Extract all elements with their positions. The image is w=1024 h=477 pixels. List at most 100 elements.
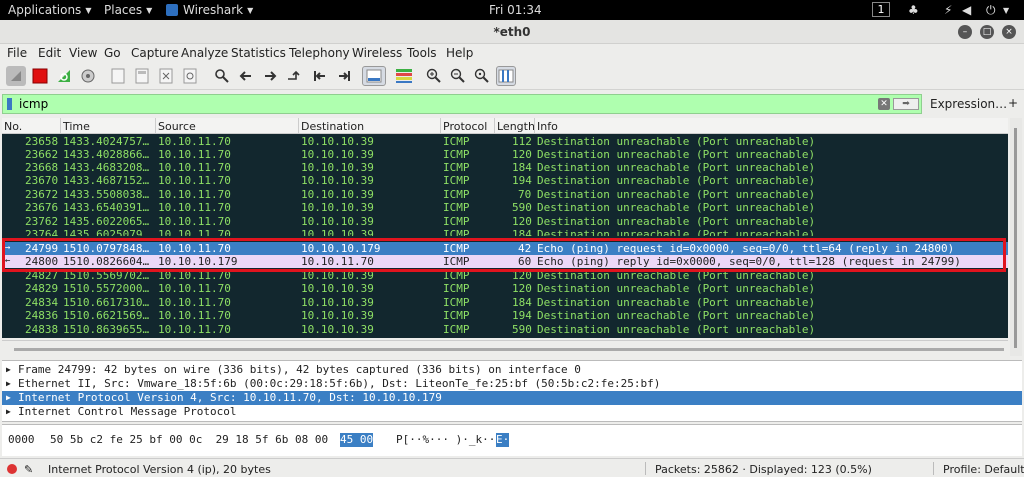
- table-row[interactable]: 23668 1433.4683208… 10.10.11.70 10.10.10.39…: [2, 161, 1008, 174]
- packet-bytes-pane: 0000 50 5b c2 fe 25 bf 00 0c 29 18 5f 6b…: [2, 424, 1022, 456]
- close-file-icon[interactable]: [156, 66, 176, 86]
- column-header-destination[interactable]: Destination: [301, 120, 364, 133]
- shark-fin-start-icon[interactable]: [6, 66, 26, 86]
- go-to-packet-icon[interactable]: [284, 66, 304, 86]
- cell-info: Destination unreachable (Port unreachabl…: [537, 188, 816, 201]
- table-row[interactable]: 24834 1510.6617310… 10.10.11.70 10.10.10.39…: [2, 296, 1008, 309]
- table-row[interactable]: 24829 1510.5572000… 10.10.11.70 10.10.10.39…: [2, 282, 1008, 295]
- restart-capture-icon[interactable]: [54, 66, 74, 86]
- stop-capture-icon[interactable]: [30, 66, 50, 86]
- menu-analyze[interactable]: Analyze: [181, 46, 228, 60]
- go-first-icon[interactable]: [310, 66, 330, 86]
- network-wired-icon[interactable]: ⚡: [944, 3, 952, 17]
- scrollbar-thumb[interactable]: [14, 348, 1004, 351]
- menu-tools[interactable]: Tools: [407, 46, 437, 60]
- expand-triangle-icon[interactable]: ▶: [6, 377, 11, 391]
- bytes-hex-highlight[interactable]: 45 00: [340, 433, 374, 447]
- autoscroll-icon[interactable]: [362, 66, 386, 86]
- column-header-info[interactable]: Info: [537, 120, 558, 133]
- menu-view[interactable]: View: [69, 46, 97, 60]
- detail-row-label: Frame 24799: 42 bytes on wire (336 bits)…: [18, 363, 581, 376]
- maximize-button[interactable]: □: [980, 25, 994, 39]
- menu-go[interactable]: Go: [104, 46, 121, 60]
- apply-filter-icon[interactable]: ➡: [893, 98, 919, 110]
- find-packet-icon[interactable]: [212, 66, 232, 86]
- edit-comment-icon[interactable]: ✎: [24, 463, 33, 476]
- active-app-menu[interactable]: Wireshark ▼: [166, 3, 253, 17]
- save-file-icon[interactable]: [132, 66, 152, 86]
- status-field-info: Internet Protocol Version 4 (ip), 20 byt…: [48, 463, 271, 476]
- go-forward-icon[interactable]: [260, 66, 280, 86]
- menu-wireless[interactable]: Wireless: [352, 46, 402, 60]
- table-row[interactable]: 23662 1433.4028866… 10.10.11.70 10.10.10.39…: [2, 148, 1008, 161]
- table-row[interactable]: 24838 1510.8639655… 10.10.11.70 10.10.10.39…: [2, 323, 1008, 336]
- resize-columns-icon[interactable]: [496, 66, 516, 86]
- capture-status-icon[interactable]: [7, 464, 17, 474]
- expression-button[interactable]: Expression…: [930, 97, 1007, 111]
- places-menu[interactable]: Places ▼: [104, 3, 152, 17]
- menu-statistics[interactable]: Statistics: [231, 46, 286, 60]
- zoom-in-icon[interactable]: [424, 66, 444, 86]
- table-row[interactable]: 23658 1433.4024757… 10.10.11.70 10.10.10.39…: [2, 135, 1008, 148]
- expand-triangle-icon[interactable]: ▶: [6, 363, 11, 377]
- workspace-indicator[interactable]: 1: [872, 2, 890, 17]
- packet-list-scrollbar[interactable]: [1010, 118, 1022, 356]
- column-header-source[interactable]: Source: [158, 120, 196, 133]
- clear-filter-icon[interactable]: ✕: [878, 98, 890, 110]
- main-toolbar: [0, 62, 1024, 90]
- scrollbar-thumb[interactable]: [1014, 128, 1017, 348]
- power-icon[interactable]: ⏻: [986, 3, 996, 18]
- detail-row-ipv4[interactable]: ▶ Internet Protocol Version 4, Src: 10.10…: [2, 391, 1022, 405]
- bytes-ascii[interactable]: P[··%··· )·_k··: [396, 433, 495, 447]
- capture-options-icon[interactable]: [78, 66, 98, 86]
- table-row[interactable]: 23676 1433.6540391… 10.10.11.70 10.10.10.39…: [2, 201, 1008, 214]
- bookmark-icon[interactable]: [7, 98, 12, 110]
- column-header-protocol[interactable]: Protocol: [443, 120, 487, 133]
- table-row[interactable]: 24836 1510.6621569… 10.10.11.70 10.10.10.39…: [2, 309, 1008, 322]
- cell-info: Destination unreachable (Port unreachabl…: [537, 135, 816, 148]
- chevron-down-icon[interactable]: ▼: [1003, 6, 1009, 15]
- bytes-ascii-highlight[interactable]: E·: [496, 433, 510, 447]
- cell-time: 1510.6621569…: [63, 309, 150, 322]
- table-row[interactable]: 23670 1433.4687152… 10.10.11.70 10.10.10.39…: [2, 174, 1008, 187]
- table-row[interactable]: 23762 1435.6022065… 10.10.11.70 10.10.10.39…: [2, 215, 1008, 228]
- go-back-icon[interactable]: [236, 66, 256, 86]
- expand-triangle-icon[interactable]: ▶: [6, 405, 11, 419]
- detail-row-icmp[interactable]: ▶ Internet Control Message Protocol: [2, 405, 1022, 419]
- reload-file-icon[interactable]: [180, 66, 200, 86]
- cell-protocol: ICMP: [443, 215, 470, 228]
- menu-help[interactable]: Help: [446, 46, 473, 60]
- column-header-no[interactable]: No.: [4, 120, 22, 133]
- menu-capture[interactable]: Capture: [131, 46, 179, 60]
- display-filter-input[interactable]: icmp: [2, 94, 922, 114]
- close-window-button[interactable]: ×: [1002, 25, 1016, 39]
- status-profile[interactable]: Profile: Default: [943, 463, 1024, 476]
- cell-info: Destination unreachable (Port unreachabl…: [537, 161, 816, 174]
- applications-menu[interactable]: Applications ▼: [8, 3, 91, 17]
- packet-list-horizontal-scrollbar[interactable]: [2, 340, 1008, 356]
- zoom-out-icon[interactable]: [448, 66, 468, 86]
- cell-length: 120: [512, 215, 532, 228]
- menu-edit[interactable]: Edit: [38, 46, 61, 60]
- table-row[interactable]: 23764 1435.6025079… 10.10.11.70 10.10.10.39…: [2, 228, 1008, 236]
- minimize-button[interactable]: –: [958, 25, 972, 39]
- detail-row-ethernet[interactable]: ▶ Ethernet II, Src: Vmware_18:5f:6b (00:0…: [2, 377, 1022, 391]
- table-row[interactable]: 23672 1433.5508038… 10.10.11.70 10.10.10.39…: [2, 188, 1008, 201]
- people-icon[interactable]: ♣: [908, 3, 919, 17]
- zoom-normal-icon[interactable]: [472, 66, 492, 86]
- cell-source: 10.10.11.70: [158, 174, 231, 187]
- column-header-length[interactable]: Length: [497, 120, 535, 133]
- menu-telephony[interactable]: Telephony: [289, 46, 350, 60]
- colorize-icon[interactable]: [392, 66, 416, 86]
- clock[interactable]: Fri 01:34: [489, 3, 542, 17]
- open-file-icon[interactable]: [108, 66, 128, 86]
- bytes-hex[interactable]: 50 5b c2 fe 25 bf 00 0c 29 18 5f 6b 08 0…: [50, 433, 328, 447]
- go-last-icon[interactable]: [334, 66, 354, 86]
- add-filter-button[interactable]: +: [1008, 96, 1018, 110]
- menu-file[interactable]: File: [7, 46, 27, 60]
- cell-destination: 10.10.10.39: [301, 215, 374, 228]
- detail-row-frame[interactable]: ▶ Frame 24799: 42 bytes on wire (336 bits…: [2, 363, 1022, 377]
- expand-triangle-icon[interactable]: ▶: [6, 391, 11, 405]
- volume-icon[interactable]: ◀: [962, 3, 971, 17]
- column-header-time[interactable]: Time: [63, 120, 90, 133]
